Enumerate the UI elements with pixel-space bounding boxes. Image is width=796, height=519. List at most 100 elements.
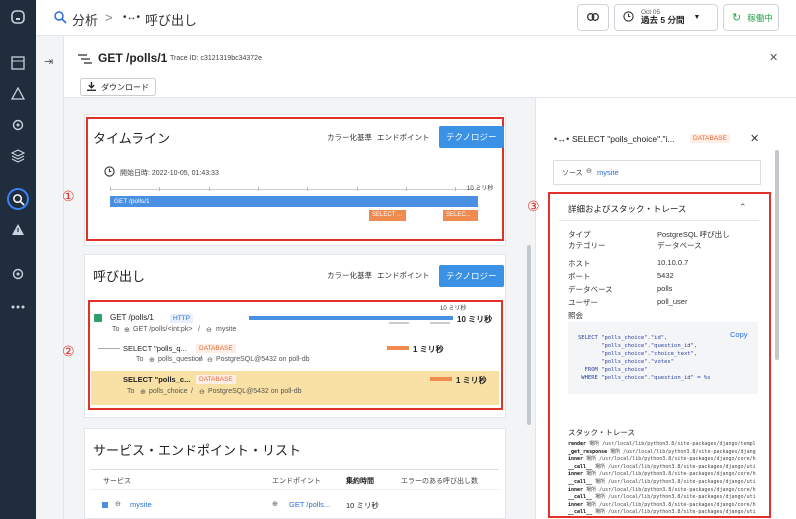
section-divider: [559, 220, 759, 221]
call-to: To: [112, 326, 120, 333]
stack-frame: __call__ 場所 /usr/local/lib/python3.8/site…: [568, 508, 756, 515]
timeline-bar-select-2[interactable]: SELEC...: [443, 210, 478, 221]
col-header-time[interactable]: 集約時間: [346, 476, 374, 486]
collapse-panel-icon[interactable]: ⇥: [44, 55, 53, 68]
link-icon: [587, 12, 599, 23]
breadcrumb-separator: >: [105, 10, 113, 25]
call-child-marker: [430, 322, 450, 324]
stack-frame: inner 場所 /usr/local/lib/python3.8/site-pa…: [568, 486, 756, 493]
trace-icon: [78, 54, 92, 66]
timeline-axis: [110, 189, 480, 190]
path-separator: /: [200, 356, 202, 363]
download-button[interactable]: ダウンロード: [80, 78, 156, 96]
call-endpoint-link[interactable]: polls_question: [158, 356, 203, 363]
trace-header: GET /polls/1 Trace ID: c3121319bc34372e …: [64, 36, 796, 98]
collapse-row-icon[interactable]: [94, 314, 102, 322]
field-key: ホスト: [568, 259, 591, 268]
source-box: [553, 160, 761, 185]
stack-function: __call__: [568, 463, 593, 470]
sql-line: WHERE "polls_choice"."question_id" = %s: [578, 375, 711, 381]
analyze-icon: [53, 10, 67, 26]
live-status-button[interactable]: ↻ 稼働中: [723, 4, 779, 31]
field-key: ユーザー: [568, 298, 598, 307]
call-endpoint-link[interactable]: GET /polls/<int:pk>: [133, 326, 192, 333]
dashboard-icon[interactable]: [9, 54, 27, 72]
call-flow-icon: •↔•: [123, 12, 141, 23]
database-icon: ⊖: [207, 357, 213, 364]
admin-gear-icon[interactable]: [9, 265, 27, 283]
main-scrollbar-thumb[interactable]: [527, 245, 531, 425]
call-endpoint-link[interactable]: polls_choice: [149, 388, 188, 395]
stack-function: inner: [568, 456, 584, 463]
call-name[interactable]: SELECT "polls_c...: [123, 375, 190, 384]
refresh-icon: ↻: [732, 12, 742, 24]
col-header-service[interactable]: サービス: [103, 476, 131, 486]
call-service-link[interactable]: mysite: [216, 326, 236, 333]
timeline-bar-select-1[interactable]: SELECT ...: [369, 210, 406, 221]
color-by-label: カラー化基準: [327, 271, 372, 280]
timeline-bar-select-1-label: SELECT ...: [372, 211, 402, 218]
chevron-up-icon[interactable]: ⌃: [739, 202, 747, 213]
call-flow-icon: •↔•: [554, 134, 570, 144]
call-name[interactable]: SELECT "polls_q...: [123, 344, 187, 353]
more-icon[interactable]: [9, 298, 27, 316]
annotation-marker-2: ②: [62, 343, 75, 359]
stack-frame: __call__ 場所 /usr/local/lib/python3.8/site…: [568, 463, 756, 470]
timeline-tick: [257, 187, 259, 191]
field-key: ポート: [568, 272, 591, 281]
details-section-title[interactable]: 詳細およびスタック・トレース: [568, 203, 686, 215]
close-detail-icon[interactable]: ✕: [750, 132, 759, 145]
field-key: 照会: [568, 311, 583, 320]
timeline-bar-get[interactable]: GET /polls/1: [110, 196, 478, 207]
field-value: 5432: [657, 271, 674, 280]
stack-function: __call__: [568, 479, 593, 485]
copy-sql-button[interactable]: Copy: [730, 330, 748, 339]
call-service-link[interactable]: PostgreSQL@5432 on poll-db: [208, 388, 302, 395]
analyze-search-icon[interactable]: [9, 190, 27, 208]
timeline-tick: [159, 187, 161, 191]
call-name[interactable]: GET /polls/1: [110, 313, 154, 322]
timeline-bar-select-2-label: SELEC...: [446, 211, 471, 218]
instana-logo-icon[interactable]: [9, 8, 27, 26]
call-duration: 1 ミリ秒: [413, 345, 444, 354]
top-bar: 分析 > •↔• 呼び出し Oct 05 過去 5 分間 ▼ ↻ 稼働中: [36, 0, 796, 36]
path-separator: /: [198, 326, 200, 333]
service-link[interactable]: mysite: [130, 500, 152, 509]
stack-path: 場所 /usr/local/lib/python3.8/site-package…: [586, 486, 756, 493]
endpoint-icon: ⊕: [272, 501, 278, 508]
timeline-start: 開始日時: 2022-10-05, 01:43:33: [120, 170, 219, 177]
stack-frame: _get_response 場所 /usr/local/lib/python3.8…: [568, 448, 756, 455]
call-to: To: [136, 356, 144, 363]
settings-gear-icon[interactable]: [9, 116, 27, 134]
layers-icon[interactable]: [9, 147, 27, 165]
annotation-marker-1: ①: [62, 188, 75, 204]
http-tag: HTTP: [170, 314, 193, 323]
copy-link-button[interactable]: [577, 4, 609, 31]
close-trace-icon[interactable]: ✕: [769, 51, 778, 64]
col-header-errors[interactable]: エラーのある呼び出し数: [401, 476, 478, 486]
call-duration-bar: [249, 316, 453, 320]
sql-query-box[interactable]: Copy SELECT "polls_choice"."id", "polls_…: [568, 322, 758, 394]
service-icon: ⊖: [586, 168, 592, 175]
call-duration: 1 ミリ秒: [456, 376, 487, 385]
infrastructure-icon[interactable]: [9, 85, 27, 103]
stack-function: _get_response: [568, 448, 608, 455]
call-service-link[interactable]: PostgreSQL@5432 on poll-db: [216, 356, 310, 363]
stack-path: 場所 /usr/local/lib/python3.8/site-package…: [595, 479, 756, 485]
endpoint-toggle[interactable]: エンドポイント: [377, 270, 430, 281]
tree-line: [98, 348, 120, 349]
endpoint-icon: ⊕: [140, 389, 146, 396]
technology-toggle[interactable]: テクノロジー: [439, 126, 504, 148]
endpoint-toggle[interactable]: エンドポイント: [377, 132, 430, 143]
alert-warning-icon[interactable]: [9, 221, 27, 239]
col-header-endpoint[interactable]: エンドポイント: [272, 476, 321, 486]
technology-toggle[interactable]: テクノロジー: [439, 265, 504, 287]
field-value: PostgreSQL 呼び出し: [657, 230, 730, 239]
endpoint-icon: ⊕: [124, 327, 130, 334]
service-color-swatch: [102, 502, 108, 508]
source-service-link[interactable]: mysite: [597, 168, 619, 177]
detail-scrollbar-thumb[interactable]: [775, 150, 779, 360]
time-range-picker[interactable]: Oct 05 過去 5 分間 ▼: [614, 4, 718, 31]
endpoint-link[interactable]: GET /polls...: [289, 500, 330, 509]
breadcrumb-analysis[interactable]: 分析: [72, 10, 98, 29]
